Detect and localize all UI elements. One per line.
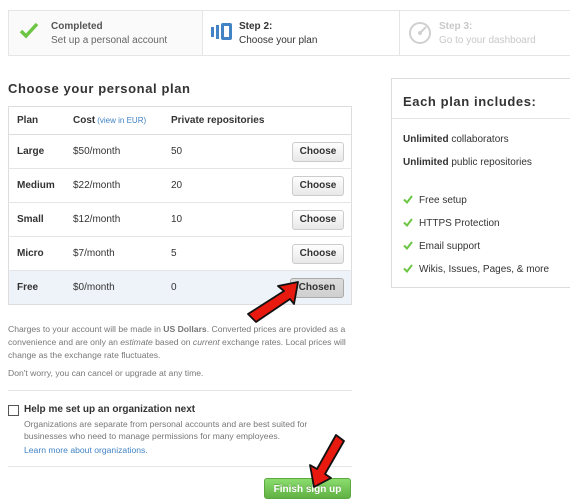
- plan-includes-panel: Each plan includes: Unlimited collaborat…: [391, 78, 570, 288]
- check-icon: [403, 218, 419, 230]
- table-row-selected: Free $0/month 0 Chosen: [8, 270, 352, 305]
- choose-medium-button[interactable]: Choose: [292, 175, 344, 196]
- table-row: Medium $22/month 20 Choose: [8, 168, 352, 203]
- feature-list: Free setup HTTPS Protection Email suppor…: [403, 195, 549, 287]
- learn-more-orgs-link[interactable]: Learn more about organizations.: [24, 445, 148, 455]
- dashboard-icon: [409, 22, 431, 44]
- check-icon: [403, 195, 419, 207]
- includes-heading: Each plan includes:: [403, 94, 537, 109]
- step-next: Step 3: Go to your dashboard: [400, 11, 570, 55]
- red-arrow-icon: [309, 434, 345, 488]
- red-arrow-icon: [247, 281, 299, 323]
- view-in-eur-link[interactable]: (view in EUR): [97, 116, 146, 125]
- plan-name: Small: [8, 202, 65, 237]
- includes-collaborators: Unlimited collaborators: [403, 134, 509, 145]
- plan-name: Medium: [8, 168, 65, 203]
- check-icon: [403, 264, 419, 276]
- org-checkbox[interactable]: [8, 405, 19, 416]
- plan-repos: 5: [163, 236, 275, 271]
- includes-public-repos: Unlimited public repositories: [403, 157, 532, 168]
- col-plan: Plan: [8, 106, 65, 135]
- list-item: Email support: [403, 241, 549, 264]
- billing-notes: Charges to your account will be made in …: [8, 323, 352, 380]
- col-cost: Cost (view in EUR): [65, 106, 163, 135]
- list-item: Wikis, Issues, Pages, & more: [403, 264, 549, 287]
- org-description: Organizations are separate from personal…: [24, 419, 308, 441]
- currency-note: Charges to your account will be made in …: [8, 324, 346, 360]
- choose-large-button[interactable]: Choose: [292, 141, 344, 162]
- divider: [392, 118, 570, 119]
- col-action: [274, 106, 352, 135]
- col-private-repos: Private repositories: [163, 106, 275, 135]
- step2-subtitle: Choose your plan: [239, 35, 318, 46]
- plan-repos: 10: [163, 202, 275, 237]
- step1-subtitle: Set up a personal account: [51, 35, 168, 46]
- check-icon: [19, 22, 39, 39]
- table-row: Small $12/month 10 Choose: [8, 202, 352, 237]
- table-row: Micro $7/month 5 Choose: [8, 236, 352, 271]
- plan-cost: $50/month: [65, 134, 163, 169]
- step2-title: Step 2:: [239, 21, 273, 32]
- plan-name: Large: [8, 134, 65, 169]
- plan-name: Micro: [8, 236, 65, 271]
- plan-cost: $12/month: [65, 202, 163, 237]
- choose-micro-button[interactable]: Choose: [292, 243, 344, 264]
- plan-cost: $0/month: [65, 270, 163, 305]
- choose-small-button[interactable]: Choose: [292, 209, 344, 230]
- check-icon: [403, 241, 419, 253]
- divider: [8, 466, 352, 467]
- list-item: Free setup: [403, 195, 549, 218]
- plan-cost: $7/month: [65, 236, 163, 271]
- table-row: Large $50/month 50 Choose: [8, 134, 352, 169]
- step3-subtitle: Go to your dashboard: [439, 35, 536, 46]
- step3-title: Step 3:: [439, 21, 473, 32]
- step-completed: Completed Set up a personal account: [9, 11, 203, 55]
- plan-repos: 20: [163, 168, 275, 203]
- step-current: Step 2: Choose your plan: [203, 11, 400, 55]
- plan-heading: Choose your personal plan: [8, 81, 191, 96]
- plan-cost: $22/month: [65, 168, 163, 203]
- divider: [8, 390, 352, 391]
- plan-table: Plan Cost (view in EUR) Private repositor…: [8, 106, 352, 305]
- plan-name: Free: [8, 270, 65, 305]
- cancel-note: Don't worry, you can cancel or upgrade a…: [8, 368, 204, 378]
- plan-repos: 50: [163, 134, 275, 169]
- step1-title: Completed: [51, 21, 103, 32]
- signup-steps: Completed Set up a personal account Step…: [8, 10, 570, 56]
- org-checkbox-label[interactable]: Help me set up an organization next: [24, 404, 195, 415]
- table-header-row: Plan Cost (view in EUR) Private repositor…: [8, 106, 352, 135]
- list-item: HTTPS Protection: [403, 218, 549, 241]
- book-icon: [211, 23, 232, 40]
